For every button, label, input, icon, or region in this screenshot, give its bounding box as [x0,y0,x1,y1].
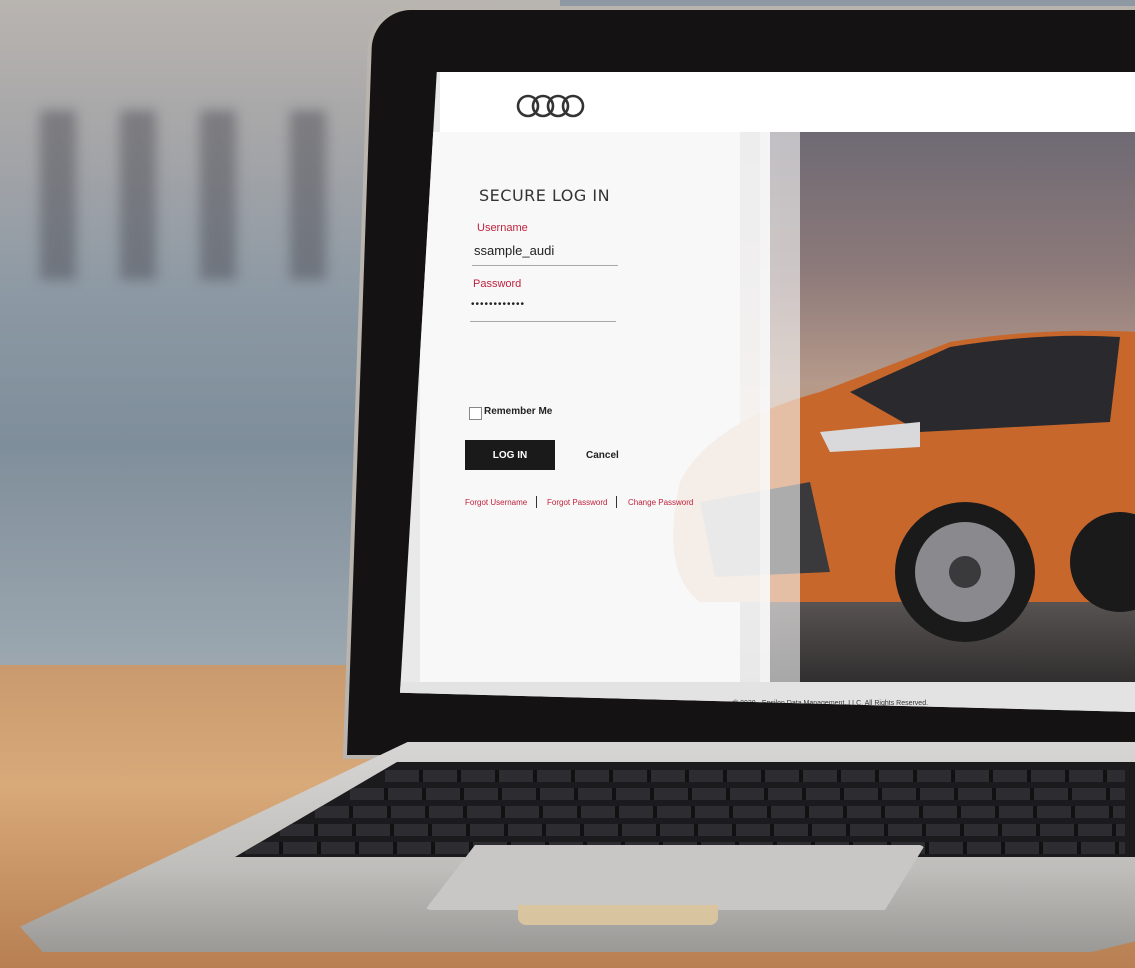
background-post [290,110,326,280]
change-password-link[interactable]: Change Password [628,498,693,507]
username-field[interactable]: ssample_audi [474,243,554,258]
password-label: Password [473,278,522,290]
background-post [200,110,236,280]
page-title: SECURE LOG IN [479,186,611,205]
top-bar [440,72,1135,132]
cancel-button[interactable]: Cancel [586,450,619,461]
panel-fade [760,132,800,682]
password-underline [470,321,616,322]
laptop-trackpad [425,845,925,910]
password-field[interactable]: •••••••••••• [471,299,525,310]
laptop-screen: SECURE LOG IN Username ssample_audi Pass… [400,72,1135,712]
key-row [350,788,1125,800]
forgot-username-link[interactable]: Forgot Username [465,498,527,507]
link-separator [536,496,537,508]
login-panel: SECURE LOG IN Username ssample_audi Pass… [420,132,800,682]
remember-me-checkbox[interactable] [469,407,482,420]
laptop-notch [518,905,718,925]
remember-me-label: Remember Me [484,406,553,417]
background-post [120,110,156,280]
background-post [40,110,76,280]
username-underline [472,265,618,266]
key-row [315,806,1125,818]
login-button[interactable]: LOG IN [465,440,555,470]
key-row [280,824,1125,836]
four-rings-logo-icon [516,94,585,118]
key-row [385,770,1125,782]
forgot-password-link[interactable]: Forgot Password [547,498,607,507]
link-separator [616,496,617,508]
username-label: Username [477,222,528,234]
